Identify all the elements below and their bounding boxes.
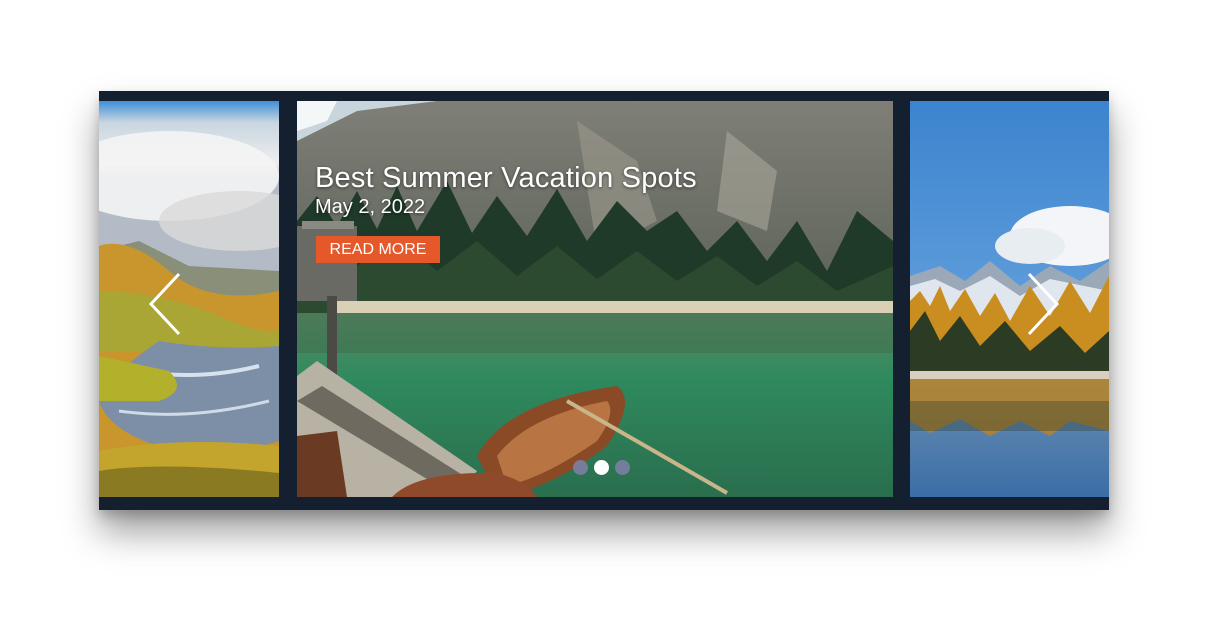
slide-active[interactable]: Best Summer Vacation Spots May 2, 2022 R…: [297, 101, 893, 497]
image-carousel: Best Summer Vacation Spots May 2, 2022 R…: [99, 91, 1109, 510]
slide-next[interactable]: [910, 101, 1109, 497]
pagination-dot-3[interactable]: [615, 460, 630, 475]
slide-next-image: [910, 101, 1109, 497]
chevron-right-icon: [1027, 272, 1060, 336]
pagination-dot-2-active[interactable]: [594, 460, 609, 475]
pagination-dot-1[interactable]: [573, 460, 588, 475]
carousel-pagination: [573, 460, 630, 475]
next-slide-button[interactable]: [1019, 271, 1063, 337]
slide-title: Best Summer Vacation Spots: [315, 162, 697, 194]
slide-date: May 2, 2022: [315, 196, 426, 218]
slide-caption: Best Summer Vacation Spots May 2, 2022: [315, 161, 697, 219]
slide-previous[interactable]: [99, 101, 279, 497]
read-more-button[interactable]: READ MORE: [316, 236, 440, 263]
slide-previous-image: [99, 101, 279, 497]
chevron-left-icon: [148, 272, 181, 336]
previous-slide-button[interactable]: [145, 271, 189, 337]
